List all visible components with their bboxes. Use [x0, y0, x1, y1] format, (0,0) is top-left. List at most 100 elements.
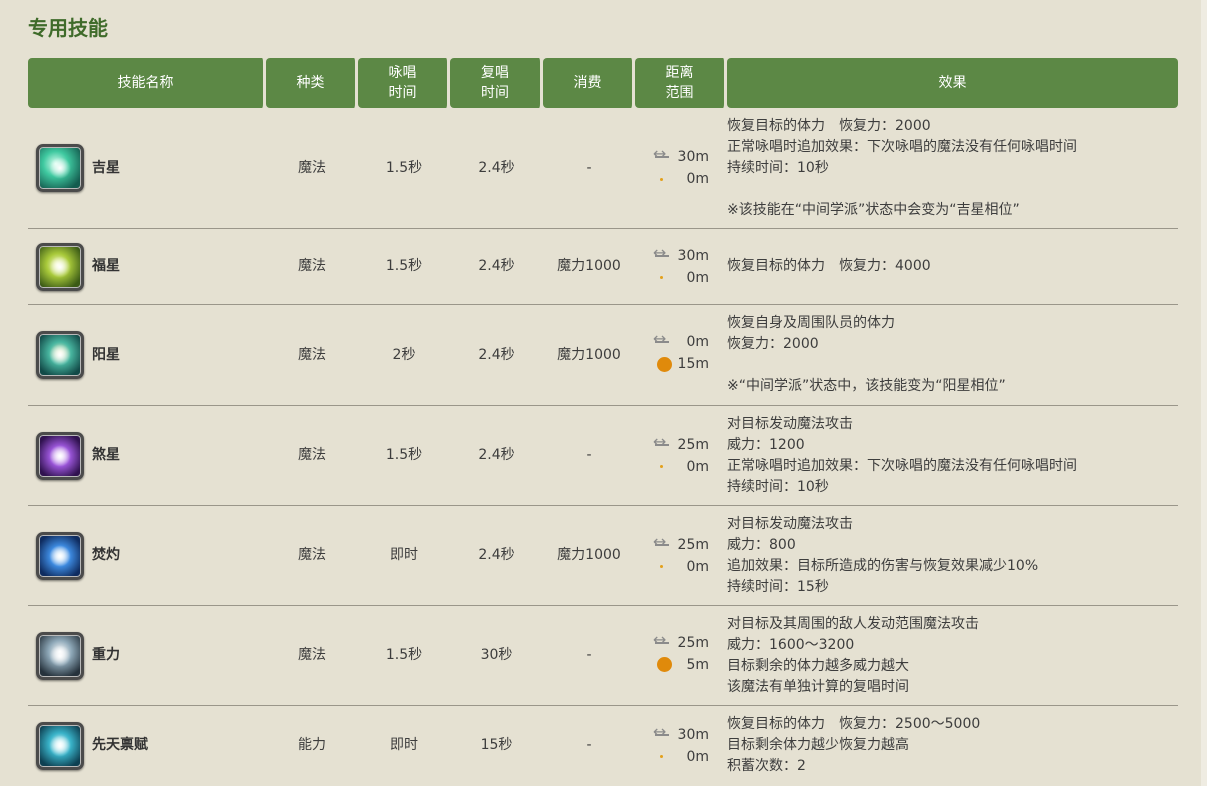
- effect-line: 对目标发动魔法攻击: [727, 415, 853, 432]
- skill-effect: 恢复目标的体力 恢复力：2000 正常咏唱时追加效果：下次咏唱的魔法没有任何咏唱时…: [727, 108, 1178, 229]
- skill-radius: 0m: [686, 458, 709, 475]
- skill-cast-time: 1.5秒: [358, 406, 450, 506]
- skill-effect: 对目标发动魔法攻击 威力：1200 正常咏唱时追加效果：下次咏唱的魔法没有任何咏唱时…: [727, 406, 1178, 506]
- skill-name: 重力: [92, 647, 120, 663]
- skill-effect: 恢复目标的体力 恢复力：2500～5000 目标剩余体力越少恢复力越高 积蓄次数：2: [727, 706, 1178, 785]
- skill-range-cell: 30m 0m: [635, 229, 727, 305]
- skill-type: 魔法: [266, 406, 358, 506]
- malefic-icon: [36, 431, 84, 480]
- distance-arrow-icon: [653, 724, 671, 740]
- table-row: 吉星 魔法 1.5秒 2.4秒 - 30m 0m 恢复目标的体力 恢复力：200…: [28, 108, 1178, 229]
- effect-line: 威力：1200: [727, 436, 805, 453]
- skill-cast-time: 1.5秒: [358, 606, 450, 706]
- effect-line: 威力：800: [727, 536, 796, 553]
- skill-effect: 恢复自身及周围队员的体力 恢复力：2000 ※“中间学派”状态中，该技能变为“阳星相…: [727, 305, 1178, 406]
- skill-name: 阳星: [92, 346, 120, 363]
- range-block: 30m 0m: [653, 245, 709, 289]
- skill-cast-time: 即时: [390, 737, 418, 753]
- effect-line: [727, 355, 1178, 376]
- range-block: 25m 0m: [653, 434, 709, 478]
- skill-effect: 对目标发动魔法攻击 威力：800 追加效果：目标所造成的伤害与恢复效果减少10% 持续…: [727, 506, 1178, 606]
- skill-distance: 0m: [686, 334, 709, 351]
- effect-line: 目标剩余的体力越多威力越大: [727, 657, 909, 674]
- skill-recast-time: 2.4秒: [450, 229, 543, 305]
- header-cost: 消费: [543, 58, 635, 108]
- table-row: 煞星 魔法 1.5秒 2.4秒 - 25m 0m 对目标发动魔法攻击威力：120…: [28, 406, 1178, 506]
- skill-name: 福星: [92, 258, 120, 274]
- range-block: 25m 5m: [653, 632, 709, 676]
- skill-name-cell: 煞星: [28, 406, 266, 506]
- effect-line: 持续时间：10秒: [727, 478, 829, 495]
- header-cast: 咏唱 时间: [358, 58, 450, 108]
- skill-recast-time: 2.4秒: [450, 406, 543, 506]
- single-target-dot-icon: [660, 177, 663, 181]
- skill-name-cell: 吉星: [28, 108, 266, 229]
- skill-radius: 15m: [677, 356, 709, 373]
- skill-distance: 30m: [677, 247, 709, 264]
- aoe-radius-icon: [657, 356, 672, 372]
- table-row: 先天禀赋 能力 即时 15秒 - 30m 0m 恢复目标的体力 恢复力：2500…: [28, 706, 1178, 785]
- effect-line: 持续时间：15秒: [727, 578, 829, 595]
- combust-icon: [36, 531, 84, 580]
- distance-arrow-icon: [653, 434, 671, 450]
- single-target-dot-icon: [660, 276, 663, 279]
- skill-type: 能力: [298, 737, 326, 753]
- header-cast-line2: 时间: [388, 85, 417, 101]
- skill-name-cell: 福星: [28, 229, 266, 305]
- effect-line: ※该技能在“中间学派”状态中会变为“吉星相位”: [727, 201, 1020, 218]
- skill-name-cell: 阳星: [28, 305, 266, 406]
- header-type: 种类: [266, 58, 358, 108]
- table-row: 重力 魔法 1.5秒 30秒 - 25m 5m 对目标及其周围的敌人发动范围魔法…: [28, 606, 1178, 706]
- header-range-line2: 范围: [665, 85, 694, 101]
- skill-distance: 30m: [677, 149, 709, 165]
- header-effect: 效果: [727, 58, 1178, 108]
- header-range: 距离 范围: [635, 58, 727, 108]
- effect-line: 恢复目标的体力 恢复力：4000: [727, 258, 931, 274]
- effect-line: 正常咏唱时追加效果：下次咏唱的魔法没有任何咏唱时间: [727, 138, 1077, 155]
- page: 专用技能 技能名称 种类 咏唱 时间 复唱 时间 消费 距离 范围 效果 吉星 …: [0, 0, 1207, 786]
- skill-radius: 5m: [686, 656, 709, 673]
- skill-recast-time: 15秒: [480, 737, 513, 753]
- effect-line: ※“中间学派”状态中，该技能变为“阳星相位”: [727, 378, 1006, 394]
- skill-range-cell: 30m 0m: [635, 108, 727, 229]
- single-target-dot-icon: [660, 465, 663, 468]
- skill-type: 魔法: [266, 229, 358, 305]
- effect-line: 追加效果：目标所造成的伤害与恢复效果减少10%: [727, 557, 1039, 574]
- header-cast-line1: 咏唱: [388, 65, 417, 81]
- skill-range-cell: 25m 5m: [635, 606, 727, 706]
- distance-arrow-icon: [653, 632, 671, 648]
- effect-line: 恢复目标的体力 恢复力：2500～5000: [727, 716, 981, 732]
- skill-cost: -: [543, 406, 635, 506]
- table-header-row: 技能名称 种类 咏唱 时间 复唱 时间 消费 距离 范围 效果: [28, 58, 1178, 108]
- effect-line: 对目标及其周围的敌人发动范围魔法攻击: [727, 615, 979, 632]
- range-block: 0m 15m: [653, 331, 709, 375]
- skill-recast-time: 30秒: [450, 606, 543, 706]
- skill-distance: 25m: [677, 536, 709, 553]
- distance-arrow-icon: [653, 146, 671, 162]
- skills-table: 技能名称 种类 咏唱 时间 复唱 时间 消费 距离 范围 效果 吉星 魔法 1.…: [28, 58, 1178, 785]
- header-name: 技能名称: [28, 58, 266, 108]
- gravity-icon: [36, 631, 84, 680]
- skill-radius: 0m: [686, 748, 709, 765]
- header-recast: 复唱 时间: [450, 58, 543, 108]
- skill-cost: 魔力1000: [543, 305, 635, 406]
- skill-range-cell: 30m 0m: [635, 706, 727, 785]
- effect-line: 对目标发动魔法攻击: [727, 515, 853, 532]
- essential-dignity-icon: [36, 721, 84, 770]
- benefic-ii-icon: [36, 242, 84, 291]
- range-block: 30m 0m: [653, 146, 709, 190]
- skill-name: 吉星: [92, 159, 120, 176]
- range-block: 25m 0m: [653, 534, 709, 578]
- skill-name-cell: 先天禀赋: [28, 706, 266, 785]
- skill-cost: -: [543, 108, 635, 229]
- skill-recast-time: 2.4秒: [450, 305, 543, 406]
- skill-radius: 0m: [686, 171, 709, 187]
- effect-line: 威力：1600～3200: [727, 636, 855, 653]
- single-target-dot-icon: [660, 755, 663, 758]
- effect-line: 正常咏唱时追加效果：下次咏唱的魔法没有任何咏唱时间: [727, 457, 1077, 474]
- skill-distance: 25m: [677, 436, 709, 453]
- skill-type: 魔法: [266, 606, 358, 706]
- distance-arrow-icon: [653, 331, 671, 347]
- effect-line: 目标剩余体力越少恢复力越高: [727, 737, 909, 753]
- skill-distance: 30m: [677, 726, 709, 743]
